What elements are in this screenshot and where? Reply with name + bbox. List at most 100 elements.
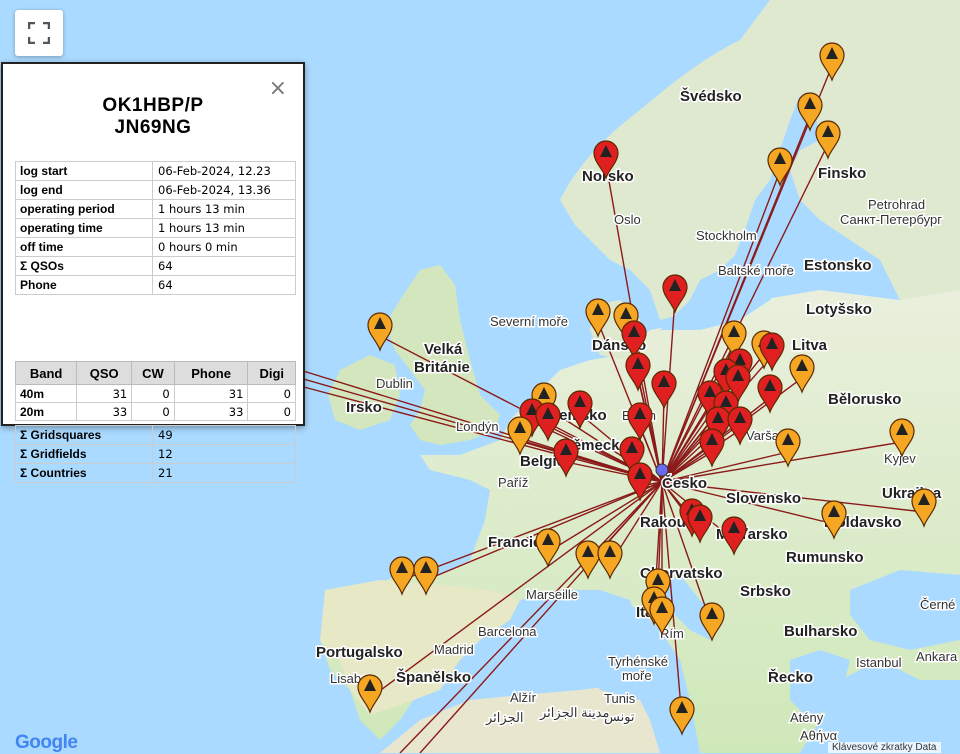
row-key: Σ Gridfields (15, 444, 153, 464)
table-row: operating period 1 hours 13 min (15, 199, 296, 219)
row-value: 64 (152, 256, 296, 276)
map-label: Tyrhénské (608, 654, 668, 669)
row-value: 06-Feb-2024, 13.36 (152, 180, 296, 200)
row-key: Phone (15, 275, 153, 295)
locator: JN69NG (114, 117, 192, 138)
map-label: Madrid (434, 642, 474, 657)
map-label: moře (622, 668, 652, 683)
row-value: 06-Feb-2024, 12.23 (152, 161, 296, 181)
map-label: Estonsko (804, 257, 872, 274)
map-label: Česko (662, 474, 707, 492)
map-label: Severní moře (490, 314, 568, 329)
map-label: Tunis (604, 691, 636, 706)
row-value: 1 hours 13 min (152, 199, 296, 219)
map-label: Kyjev (884, 451, 916, 466)
table-row: 40m 31 0 31 0 (14, 384, 296, 403)
table-row: operating time 1 hours 13 min (15, 218, 296, 238)
row-key: Σ QSOs (15, 256, 153, 276)
row-key: off time (15, 237, 153, 257)
row-value: 1 hours 13 min (152, 218, 296, 238)
map-label: Bulharsko (784, 623, 857, 640)
row-key: log start (15, 161, 153, 181)
qso-cell: 31 (76, 384, 133, 403)
map-label: Marseille (526, 587, 578, 602)
row-value: 12 (152, 444, 296, 464)
table-row: off time 0 hours 0 min (15, 237, 296, 257)
fullscreen-icon (28, 22, 50, 44)
map-label: Černé (920, 597, 955, 612)
table-row: Phone 64 (15, 275, 296, 295)
table-row: log end 06-Feb-2024, 13.36 (15, 180, 296, 200)
table-row: Σ QSOs 64 (15, 256, 296, 276)
row-key: log end (15, 180, 153, 200)
close-icon[interactable]: × (269, 78, 287, 100)
map-label: Lotyšsko (806, 301, 872, 318)
cw-cell: 0 (131, 384, 175, 403)
table-row: Σ Gridsquares 49 (15, 425, 296, 445)
map-attribution[interactable]: Klávesové zkratky Data (828, 742, 941, 753)
column-header: QSO (76, 361, 133, 385)
map-label: Británie (414, 359, 470, 376)
summary-table: log start 06-Feb-2024, 12.23 log end 06-Fe… (15, 161, 296, 295)
qso-cell: 33 (76, 402, 133, 421)
band-cell: 40m (14, 384, 78, 403)
info-window: × OK1HBP/P JN69NG log start 06-Feb-2024, … (1, 62, 305, 483)
column-header: Band (14, 361, 78, 385)
map-label: Portugalsko (316, 644, 403, 661)
fullscreen-button[interactable] (15, 10, 63, 56)
map-label: Litva (792, 337, 828, 354)
column-header: Phone (173, 361, 249, 385)
google-logo-text: Google (15, 732, 78, 753)
row-value: 64 (152, 275, 296, 295)
callsign: OK1HBP/P (102, 95, 204, 116)
map-label: Velká (424, 341, 463, 358)
map-label: الجزائر (485, 710, 524, 726)
google-logo[interactable]: Google (15, 732, 78, 754)
column-header: Digi (247, 361, 296, 385)
map-label: Slovensko (726, 490, 801, 507)
digi-cell: 0 (247, 384, 296, 403)
map-label: Αθήνα (800, 728, 838, 743)
map-label: Stockholm (696, 228, 757, 243)
map-label: Alžír (510, 690, 537, 705)
row-key: operating time (15, 218, 153, 238)
row-value: 21 (152, 463, 296, 483)
info-title: OK1HBP/P JN69NG (3, 95, 303, 139)
cw-cell: 0 (131, 402, 175, 421)
home-station-marker[interactable] (655, 463, 669, 477)
table-row: log start 06-Feb-2024, 12.23 (15, 161, 296, 181)
map-label: Oslo (614, 212, 641, 227)
map-label: Bělorusko (828, 391, 901, 408)
map-label: Atény (790, 710, 824, 725)
map-label: Španělsko (396, 668, 471, 686)
map-label: Londýn (456, 419, 499, 434)
map-label: Санкт-Петербург (840, 212, 942, 227)
row-key: Σ Countries (15, 463, 153, 483)
totals-table: Σ Gridsquares 49 Σ Gridfields 12 Σ Countri… (15, 425, 296, 483)
row-key: Σ Gridsquares (15, 425, 153, 445)
map-label: Baltské moře (718, 263, 794, 278)
digi-cell: 0 (247, 402, 296, 421)
map-label: Švédsko (680, 87, 742, 105)
map-label: Barcelona (478, 624, 537, 639)
column-header: CW (131, 361, 175, 385)
map-label: Finsko (818, 165, 866, 182)
table-row: 20m 33 0 33 0 (14, 402, 296, 421)
map-label: Řecko (768, 668, 813, 686)
map-label: Ankara (916, 649, 958, 664)
row-value: 49 (152, 425, 296, 445)
map-label: Paříž (498, 475, 528, 490)
map-label: مدينة الجزائر (539, 705, 609, 721)
band-cell: 20m (14, 402, 78, 421)
map-label: Irsko (346, 399, 382, 416)
map-label: Dublin (376, 376, 413, 391)
band-table: Band QSO CW Phone Digi 40m 31 0 31 0 20m… (14, 361, 296, 421)
map-label: Rumunsko (786, 549, 864, 566)
row-key: operating period (15, 199, 153, 219)
map-label: Francie (488, 534, 541, 551)
table-header-row: Band QSO CW Phone Digi (14, 361, 296, 385)
row-value: 0 hours 0 min (152, 237, 296, 257)
table-row: Σ Countries 21 (15, 463, 296, 483)
phone-cell: 31 (173, 384, 249, 403)
phone-cell: 33 (173, 402, 249, 421)
